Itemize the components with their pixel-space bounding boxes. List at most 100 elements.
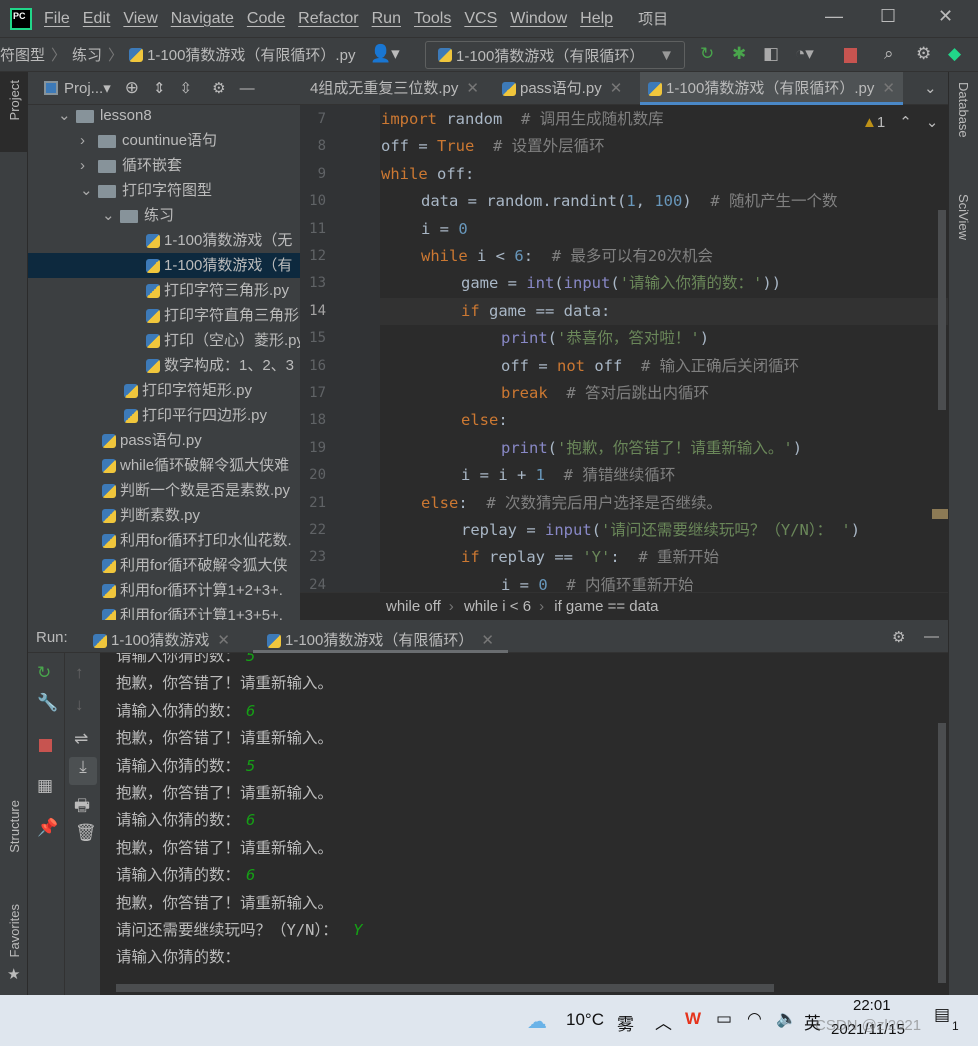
search-icon[interactable]: ⌕ — [884, 44, 894, 64]
down-arrow-icon[interactable]: ↓ — [75, 695, 84, 715]
wifi-icon[interactable]: ◠ — [747, 1009, 762, 1029]
breadcrumb-folder[interactable]: 练习 — [72, 44, 102, 65]
tabs-dropdown-icon[interactable]: ⌄ — [924, 79, 937, 97]
project-view-select[interactable]: Proj... — [64, 80, 103, 97]
warning-marker[interactable] — [932, 509, 948, 519]
tree-file[interactable]: 打印（空心）菱形.py — [28, 328, 300, 353]
breadcrumb-item[interactable]: while off — [386, 598, 441, 615]
expand-all-icon[interactable]: ⇕ — [153, 79, 166, 97]
maximize-button[interactable]: ☐ — [880, 6, 896, 27]
tree-folder[interactable]: ⌄ 练习 — [28, 203, 300, 228]
tree-folder[interactable]: ⌄ lesson8 — [28, 105, 300, 128]
close-icon[interactable]: ✕ — [466, 80, 479, 97]
gear-icon[interactable]: ⚙ — [212, 79, 225, 97]
editor-scrollbar[interactable] — [938, 210, 946, 410]
menu-run[interactable]: Run — [372, 10, 401, 27]
code-line[interactable]: print('恭喜你，答对啦！') — [501, 325, 709, 352]
chevron-down-icon[interactable]: ⌄ — [58, 105, 76, 128]
tree-folder[interactable]: ⌄ 打印字符图型 — [28, 178, 300, 203]
code-line[interactable]: break # 答对后跳出内循环 — [501, 380, 709, 407]
tree-file[interactable]: 判断素数.py — [28, 503, 300, 528]
pin-icon[interactable]: 📌 — [37, 818, 58, 838]
battery-icon[interactable]: ▭ — [716, 1009, 732, 1029]
code-line[interactable]: if game == data: — [461, 298, 610, 325]
code-line[interactable]: while i < 6: # 最多可以有20次机会 — [421, 243, 713, 270]
run-configuration-select[interactable]: 1-100猜数游戏（有限循环） ▼ — [425, 41, 685, 69]
weather-temp[interactable]: 10°C — [566, 1010, 604, 1030]
code-editor[interactable]: 7 8 9 10 11 12 13 14 15 16 17 18 19 20 21 22 23 24 import… — [300, 105, 948, 592]
tree-folder[interactable]: › countinue语句 — [28, 128, 300, 153]
code-line[interactable]: else: — [461, 407, 508, 434]
stop-icon[interactable] — [844, 48, 857, 63]
notification-icon[interactable]: ▤ — [934, 1005, 950, 1025]
project-tool-button[interactable]: Project — [7, 80, 22, 120]
plugin-icon[interactable]: ◆ — [948, 44, 961, 64]
clock-time[interactable]: 22:01 — [853, 997, 891, 1014]
close-icon[interactable]: ✕ — [217, 632, 230, 649]
structure-tool-button[interactable]: Structure — [7, 800, 22, 853]
print-icon[interactable]: 🖶 — [74, 793, 90, 822]
stop-icon[interactable] — [39, 739, 52, 752]
console-h-scrollbar[interactable] — [116, 984, 774, 992]
menu-help[interactable]: Help — [580, 10, 613, 27]
close-icon[interactable]: ✕ — [610, 80, 623, 97]
breadcrumb-file[interactable]: 1-100猜数游戏（有限循环）.py — [147, 44, 355, 65]
tab-file[interactable]: 4组成无重复三位数.py ✕ — [310, 72, 479, 105]
scroll-to-end-icon[interactable]: ⤓ — [69, 757, 97, 785]
code-line[interactable]: data = random.randint(1, 100) # 随机产生一个数 — [421, 188, 838, 215]
chevron-down-icon[interactable]: ⌄ — [80, 178, 98, 203]
close-window-button[interactable]: ✕ — [938, 6, 953, 27]
code-line[interactable]: while off: — [381, 161, 474, 188]
code-line[interactable]: game = int(input('请输入你猜的数：')) — [461, 270, 781, 297]
tree-file[interactable]: 打印字符直角三角形 — [28, 303, 300, 328]
code-line[interactable]: else: # 次数猜完后用户选择是否继续。 — [421, 490, 722, 517]
debug-icon[interactable]: ✱ — [732, 44, 746, 64]
menu-edit[interactable]: Edit — [83, 10, 111, 27]
breadcrumb-folder[interactable]: 符图型 — [0, 44, 45, 65]
tree-file[interactable]: 1-100猜数游戏（有 — [28, 253, 300, 278]
console-scrollbar[interactable] — [938, 723, 946, 983]
sciview-tool-button[interactable]: SciView — [956, 194, 971, 240]
tree-file[interactable]: 判断一个数是否是素数.py — [28, 478, 300, 503]
code-line[interactable]: off = not off # 输入正确后关闭循环 — [501, 353, 799, 380]
code-line[interactable]: print('抱歉，你答错了！请重新输入。') — [501, 435, 802, 462]
close-icon[interactable]: ✕ — [481, 632, 494, 649]
tree-file[interactable]: 利用for循环计算1+3+5+. — [28, 603, 300, 620]
breadcrumb-item[interactable]: if game == data — [554, 598, 658, 615]
tree-file[interactable]: 利用for循环计算1+2+3+. — [28, 578, 300, 603]
code-line[interactable]: off = True # 设置外层循环 — [381, 133, 605, 160]
database-tool-button[interactable]: Database — [956, 82, 971, 138]
chevron-up-icon[interactable]: ︿ — [655, 1009, 672, 1034]
code-line[interactable]: i = 0 # 内循环重新开始 — [501, 572, 694, 592]
menu-tools[interactable]: Tools — [414, 10, 451, 27]
layout-icon[interactable]: ▦ — [37, 776, 53, 796]
code-line[interactable]: i = 0 — [421, 216, 468, 243]
tree-file[interactable]: 利用for循环打印水仙花数. — [28, 528, 300, 553]
gear-icon[interactable]: ⚙ — [916, 44, 931, 64]
chevron-down-icon[interactable]: ⌄ — [102, 203, 120, 228]
chevron-right-icon[interactable]: › — [80, 128, 98, 153]
minimize-button[interactable]: — — [825, 6, 843, 27]
tree-file[interactable]: 打印字符矩形.py — [28, 378, 300, 403]
run-tab[interactable]: 1-100猜数游戏 ✕ — [93, 629, 230, 650]
locate-icon[interactable]: ⊕ — [125, 78, 139, 98]
tree-file[interactable]: 1-100猜数游戏（无 — [28, 228, 300, 253]
menu-navigate[interactable]: Navigate — [171, 10, 234, 27]
collapse-all-icon[interactable]: ⇳ — [180, 79, 193, 97]
tree-file[interactable]: 数字构成：1、2、3 — [28, 353, 300, 378]
tab-file[interactable]: pass语句.py ✕ — [500, 72, 622, 105]
tree-file[interactable]: pass语句.py — [28, 428, 300, 453]
tree-file[interactable]: while循环破解令狐大侠难 — [28, 453, 300, 478]
coverage-icon[interactable]: ◧ — [763, 44, 779, 64]
run-tab-active[interactable]: 1-100猜数游戏（有限循环） ✕ — [253, 625, 508, 653]
speaker-icon[interactable]: 🔈 — [776, 1009, 797, 1029]
code-line[interactable]: replay = input('请问还需要继续玩吗？（Y/N）： ') — [461, 517, 860, 544]
menu-window[interactable]: Window — [510, 10, 567, 27]
tree-file[interactable]: 利用for循环破解令狐大侠 — [28, 553, 300, 578]
tree-folder[interactable]: › 循环嵌套 — [28, 153, 300, 178]
profile-icon[interactable]: ◔▾ — [795, 44, 814, 64]
tree-file[interactable]: 打印字符三角形.py — [28, 278, 300, 303]
user-icon[interactable]: 👤▾ — [370, 44, 400, 64]
favorites-tool-button[interactable]: Favorites — [7, 904, 22, 957]
up-arrow-icon[interactable]: ↑ — [75, 663, 84, 683]
